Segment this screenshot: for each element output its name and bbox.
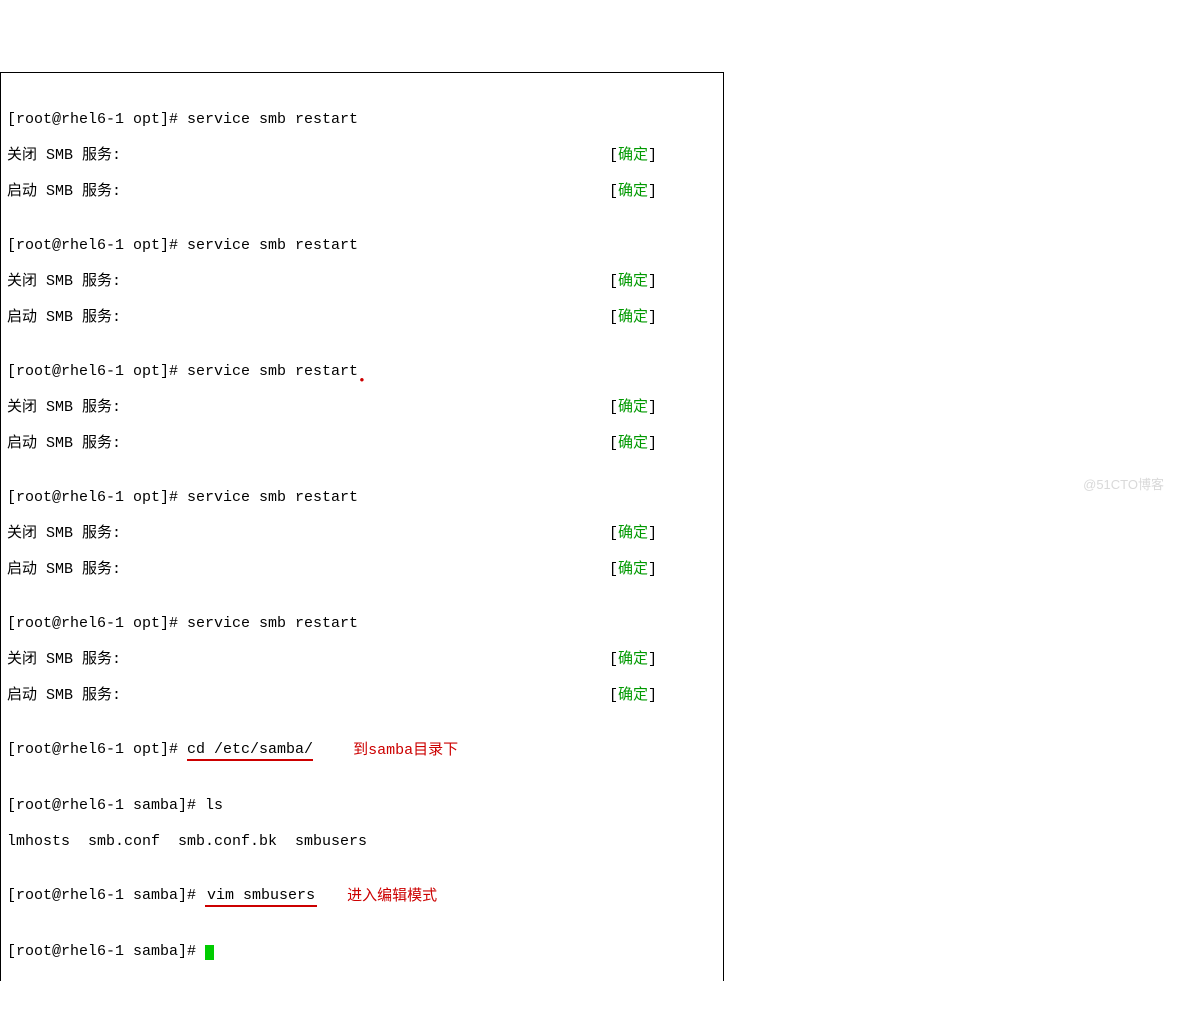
command-restart: service smb restart [187,615,358,632]
msg-start: 启动 SMB 服务: [7,561,121,579]
status-ok: [确定] [609,561,717,579]
command-vim: vim smbusers [205,887,317,907]
ls-output: lmhosts smb.conf smb.conf.bk smbusers [7,833,367,851]
command-restart: service smb restart [187,363,358,380]
msg-start: 启动 SMB 服务: [7,687,121,705]
prompt: [root@rhel6-1 opt]# service smb restart [7,111,358,129]
msg-shutdown: 关闭 SMB 服务: [7,651,121,669]
status-ok: [确定] [609,435,717,453]
prompt: [root@rhel6-1 opt]# service smb restart [7,237,358,255]
status-ok: [确定] [609,273,717,291]
status-ok: [确定] [609,399,717,417]
annotation-cd: 到samba目录下 [353,741,458,761]
command-restart: service smb restart [187,111,358,128]
cursor-icon [205,945,214,960]
watermark: @51CTO博客 [1083,477,1164,493]
msg-shutdown: 关闭 SMB 服务: [7,147,121,165]
dot-icon: • [358,373,366,389]
status-ok: [确定] [609,687,717,705]
command-ls: ls [205,797,223,814]
terminal-window: [root@rhel6-1 opt]# service smb restart … [0,72,724,981]
status-ok: [确定] [609,183,717,201]
msg-shutdown: 关闭 SMB 服务: [7,273,121,291]
prompt: [root@rhel6-1 opt]# service smb restart [7,363,358,381]
prompt: [root@rhel6-1 samba]# ls [7,797,223,815]
prompt: [root@rhel6-1 samba]# vim smbusers [7,887,317,907]
status-ok: [确定] [609,147,717,165]
command-cd: cd /etc/samba/ [187,741,313,761]
prompt: [root@rhel6-1 opt]# service smb restart [7,489,358,507]
msg-start: 启动 SMB 服务: [7,183,121,201]
msg-start: 启动 SMB 服务: [7,435,121,453]
msg-start: 启动 SMB 服务: [7,309,121,327]
status-ok: [确定] [609,525,717,543]
command-restart: service smb restart [187,489,358,506]
status-ok: [确定] [609,309,717,327]
prompt: [root@rhel6-1 opt]# cd /etc/samba/ [7,741,313,761]
command-restart: service smb restart [187,237,358,254]
annotation-vim: 进入编辑模式 [347,887,437,907]
msg-shutdown: 关闭 SMB 服务: [7,525,121,543]
msg-shutdown: 关闭 SMB 服务: [7,399,121,417]
prompt: [root@rhel6-1 opt]# service smb restart [7,615,358,633]
prompt-active[interactable]: [root@rhel6-1 samba]# [7,943,214,961]
status-ok: [确定] [609,651,717,669]
